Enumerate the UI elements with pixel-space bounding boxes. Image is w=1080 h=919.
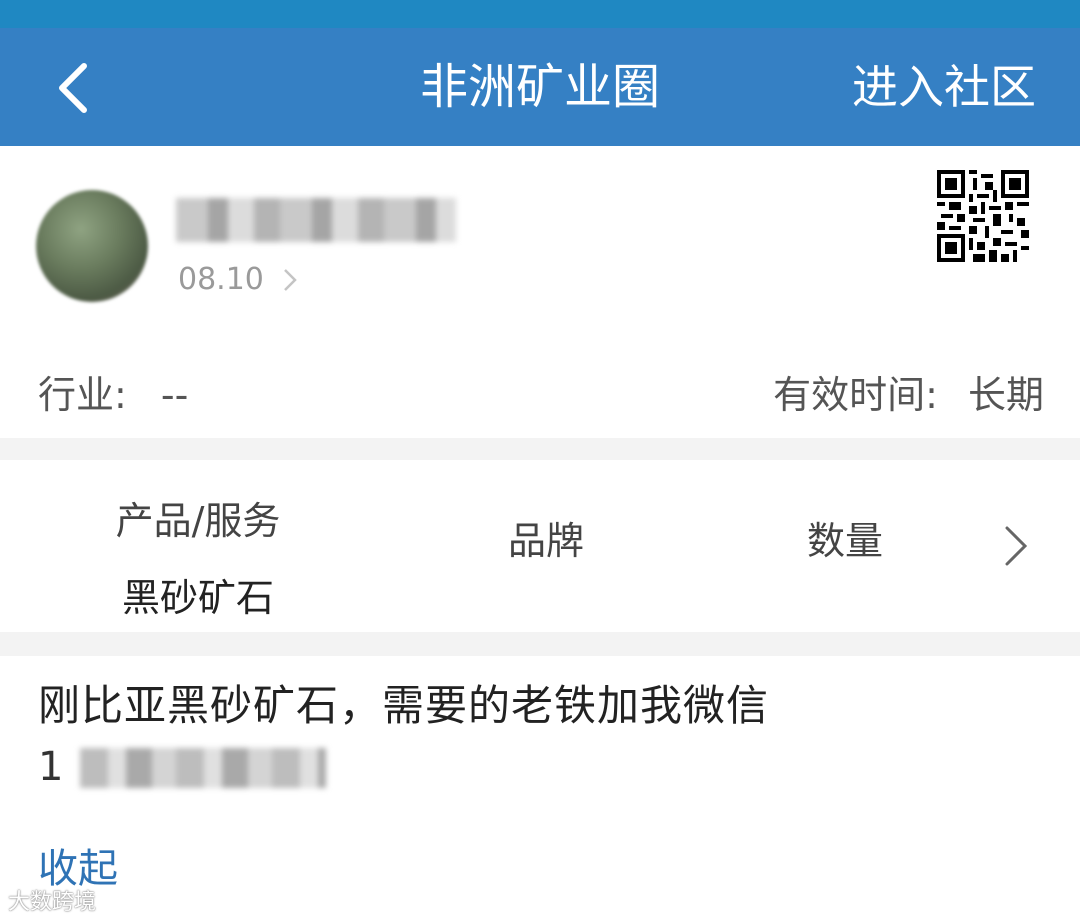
back-button[interactable] — [48, 58, 108, 118]
industry-value: -- — [160, 373, 189, 417]
section-divider — [0, 438, 1080, 460]
product-service-value: 黑砂矿石 — [121, 576, 274, 620]
quantity-column: 数量 — [780, 510, 910, 565]
brand-column: 品牌 — [486, 510, 606, 565]
profile-section: 08.10 行业: -- 有效时间: 长期 — [0, 146, 1080, 438]
post-description: 刚比亚黑砂矿石，需要的老铁加我微信 — [38, 681, 770, 730]
industry-label: 行业: — [38, 373, 127, 417]
section-divider — [0, 632, 1080, 656]
validity-info: 有效时间: 长期 — [773, 364, 1044, 419]
blurred-phone-number — [80, 748, 326, 788]
chevron-left-icon — [59, 63, 87, 113]
validity-label: 有效时间: — [773, 373, 938, 417]
status-bar — [0, 0, 1080, 28]
post-date: 08.10 — [178, 262, 264, 297]
chevron-right-icon — [284, 269, 297, 291]
industry-info: 行业: -- — [38, 364, 188, 419]
phone-prefix: 1 — [38, 744, 64, 790]
blurred-username — [176, 198, 456, 242]
qr-code-icon[interactable] — [937, 170, 1029, 262]
product-service-column: 产品/服务 黑砂矿石 — [78, 490, 318, 622]
validity-value: 长期 — [967, 373, 1044, 417]
product-summary[interactable]: 产品/服务 黑砂矿石 品牌 数量 — [0, 460, 1080, 632]
avatar[interactable] — [36, 190, 148, 302]
app-header: 非洲矿业圈 进入社区 — [0, 28, 1080, 146]
chevron-right-icon[interactable] — [1002, 524, 1030, 568]
watermark: 大数跨境 — [8, 890, 97, 915]
brand-label: 品牌 — [507, 519, 584, 563]
product-service-label: 产品/服务 — [115, 499, 281, 543]
enter-community-button[interactable]: 进入社区 — [852, 28, 1036, 146]
quantity-label: 数量 — [806, 519, 883, 563]
